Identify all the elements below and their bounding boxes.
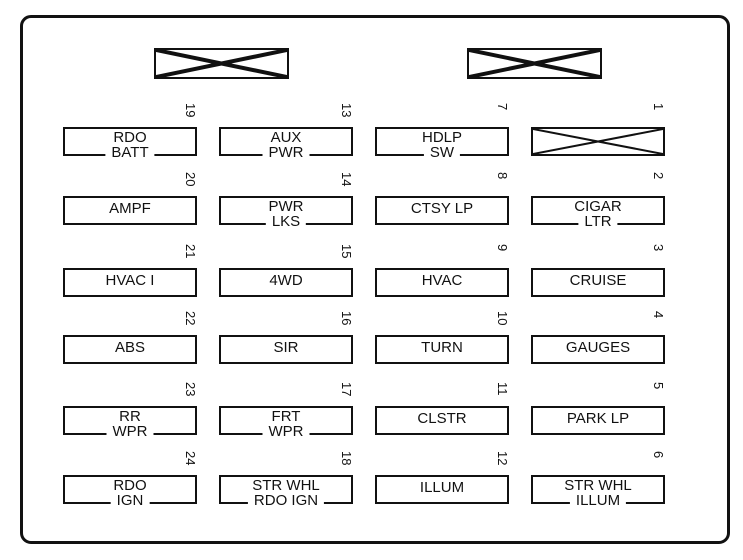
fuse-slot: FRT WPR: [219, 406, 353, 440]
fuse-number: 23: [183, 382, 198, 397]
fuse-slot: HVAC I: [63, 268, 197, 297]
fuse-number: 9: [495, 244, 510, 252]
fuse-label-line2: LTR: [578, 214, 618, 230]
fuse-label: SIR: [273, 339, 299, 356]
fuse-label-line2: SW: [423, 145, 461, 161]
fuse-slot: CLSTR: [375, 406, 509, 435]
fuse-number: 10: [495, 311, 510, 326]
relay-slot-top-right: [467, 48, 602, 79]
fuse-slot: ILLUM: [375, 475, 509, 504]
fuse-label: GAUGES: [565, 339, 631, 356]
fuse-label: PARK LP: [566, 410, 630, 427]
fuse-label-line2: IGN: [110, 493, 150, 509]
fuse-number: 5: [651, 382, 666, 390]
fuse-number: 1: [651, 103, 666, 111]
fuse-number: 24: [183, 451, 198, 466]
fuse-number: 13: [339, 103, 354, 118]
fuse-number: 7: [495, 103, 510, 111]
fuse-label-line2: PWR: [262, 145, 310, 161]
fuse-label: TURN: [421, 339, 463, 356]
fuse-number: 8: [495, 172, 510, 180]
fuse-slot: GAUGES: [531, 335, 665, 364]
fuse-number: 20: [183, 172, 198, 187]
fuse-slot: AMPF: [63, 196, 197, 225]
fuse-label: ILLUM: [419, 479, 465, 496]
fuse-slot: ABS: [63, 335, 197, 364]
fuse-slot: RR WPR: [63, 406, 197, 440]
fuse-label: CRUISE: [569, 272, 627, 289]
fuse-slot: AUX PWR: [219, 127, 353, 161]
fuse-label: ABS: [114, 339, 145, 356]
fuse-number: 11: [495, 382, 510, 396]
fuse-label: HVAC: [421, 272, 463, 289]
fuse-slot: 4WD: [219, 268, 353, 297]
fuse-number: 14: [339, 172, 354, 187]
fuse-slot-blank: [531, 127, 665, 156]
fuse-label: CLSTR: [417, 410, 467, 427]
fuse-label: HVAC I: [105, 272, 155, 289]
cross-icon: [156, 50, 287, 77]
fuse-slot: PWR LKS: [219, 196, 353, 230]
fuse-number: 21: [183, 244, 198, 259]
fuse-label: CTSY LP: [410, 200, 474, 217]
fuse-number: 4: [651, 311, 666, 319]
fuse-slot: PARK LP: [531, 406, 665, 435]
fuse-slot: TURN: [375, 335, 509, 364]
fuse-number: 2: [651, 172, 666, 180]
cross-icon: [533, 129, 663, 154]
fuse-label-line2: WPR: [106, 424, 154, 440]
fuse-slot: CIGAR LTR: [531, 196, 665, 230]
fuse-number: 15: [339, 244, 354, 259]
fuse-label-line2: LKS: [265, 214, 307, 230]
fuse-label-line2: RDO IGN: [247, 493, 325, 509]
fuse-slot: CRUISE: [531, 268, 665, 297]
fuse-slot: HDLP SW: [375, 127, 509, 161]
fuse-slot: CTSY LP: [375, 196, 509, 225]
fuse-number: 6: [651, 451, 666, 459]
fuse-label-line2: WPR: [262, 424, 310, 440]
fuse-label-line2: BATT: [105, 145, 155, 161]
fuse-slot: RDO BATT: [63, 127, 197, 161]
fuse-label-line2: ILLUM: [569, 493, 627, 509]
fuse-number: 12: [495, 451, 510, 466]
fuse-number: 22: [183, 311, 198, 326]
fuse-slot: RDO IGN: [63, 475, 197, 509]
fuse-number: 3: [651, 244, 666, 252]
cross-icon: [469, 50, 600, 77]
relay-slot-top-left: [154, 48, 289, 79]
fuse-number: 19: [183, 103, 198, 118]
fuse-slot: HVAC: [375, 268, 509, 297]
fuse-label: 4WD: [269, 272, 303, 289]
fuse-number: 16: [339, 311, 354, 326]
fuse-number: 17: [339, 382, 354, 397]
fuse-slot: STR WHL RDO IGN: [219, 475, 353, 509]
fuse-number: 18: [339, 451, 354, 466]
fuse-label: AMPF: [109, 200, 151, 217]
fuse-slot: STR WHL ILLUM: [531, 475, 665, 509]
fuse-slot: SIR: [219, 335, 353, 364]
